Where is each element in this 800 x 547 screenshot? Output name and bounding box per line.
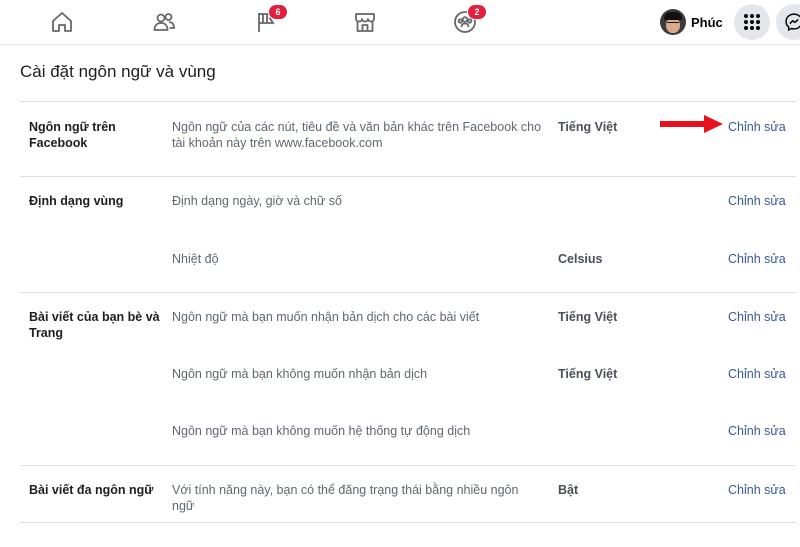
friends-icon[interactable] xyxy=(146,4,182,40)
section-label-region-format: Định dạng vùng xyxy=(29,194,124,208)
edit-temperature-button[interactable]: Chỉnh sửa xyxy=(728,251,786,267)
edit-language-button[interactable]: Chỉnh sửa xyxy=(728,119,786,135)
setting-description: Với tính năng này, bạn có thể đăng trạng… xyxy=(172,483,519,513)
setting-description: Định dạng ngày, giờ và chữ số xyxy=(172,194,342,208)
setting-value: Celsius xyxy=(558,252,603,266)
profile-shortcut[interactable]: Phúc xyxy=(660,8,723,36)
edit-no-translation-button[interactable]: Chỉnh sửa xyxy=(728,366,786,382)
pages-flag-icon[interactable]: 6 xyxy=(248,4,288,40)
profile-name: Phúc xyxy=(691,14,723,30)
section-label-language: Ngôn ngữ trên Facebook xyxy=(29,120,116,150)
setting-description: Ngôn ngữ mà bạn muốn nhận bản dịch cho c… xyxy=(172,310,480,324)
setting-value: Tiếng Việt xyxy=(558,120,618,134)
setting-description: Nhiệt độ xyxy=(172,252,219,266)
top-navigation-bar: 6 2 Phúc xyxy=(0,0,800,44)
edit-no-auto-translate-button[interactable]: Chỉnh sửa xyxy=(728,423,786,439)
avatar xyxy=(660,9,686,35)
divider xyxy=(20,465,796,466)
setting-description: Ngôn ngữ mà bạn không muốn nhận bản dịch xyxy=(172,367,428,381)
divider xyxy=(20,292,796,293)
pages-notification-badge: 6 xyxy=(268,4,288,20)
groups-icon[interactable]: 2 xyxy=(447,4,487,40)
divider xyxy=(20,176,796,177)
grid-menu-icon[interactable] xyxy=(734,4,770,40)
edit-multilingual-button[interactable]: Chỉnh sửa xyxy=(728,482,786,498)
groups-notification-badge: 2 xyxy=(467,4,487,20)
messenger-icon[interactable] xyxy=(776,4,800,40)
setting-description: Ngôn ngữ mà bạn không muốn hệ thống tự đ… xyxy=(172,424,471,438)
edit-region-format-button[interactable]: Chỉnh sửa xyxy=(728,193,786,209)
divider xyxy=(20,522,796,523)
page-title: Cài đặt ngôn ngữ và vùng xyxy=(20,62,216,81)
setting-value: Tiếng Việt xyxy=(558,367,618,381)
divider xyxy=(20,101,796,102)
red-arrow-icon xyxy=(660,114,724,139)
setting-value: Bật xyxy=(558,483,579,497)
home-icon[interactable] xyxy=(44,4,80,40)
marketplace-icon[interactable] xyxy=(347,4,383,40)
section-label-multilingual-posts: Bài viết đa ngôn ngữ xyxy=(29,483,154,497)
setting-description: Ngôn ngữ của các nút, tiêu đề và văn bản… xyxy=(172,120,542,150)
section-label-friends-pages-posts: Bài viết của bạn bè và Trang xyxy=(29,310,160,340)
edit-translation-language-button[interactable]: Chỉnh sửa xyxy=(728,309,786,325)
setting-value: Tiếng Việt xyxy=(558,310,618,324)
